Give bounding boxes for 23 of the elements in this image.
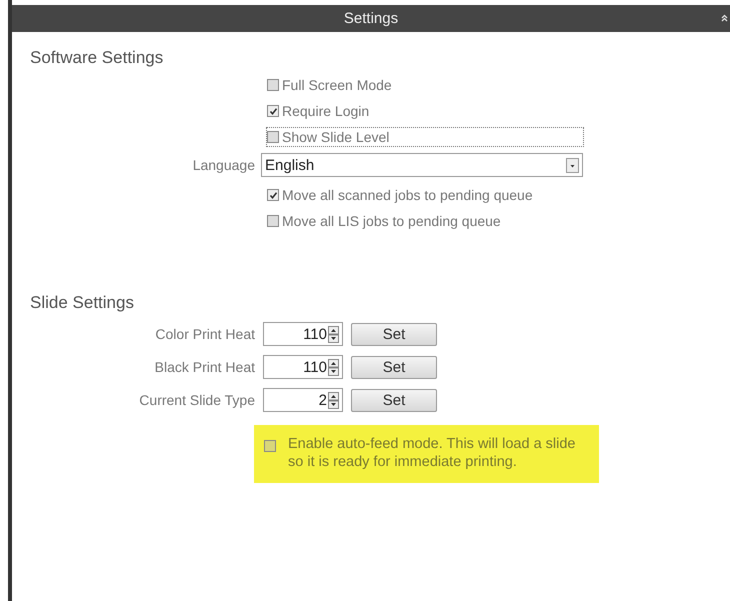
set-button[interactable]: Set	[351, 356, 437, 378]
setting-label: Current Slide Type	[138, 392, 255, 408]
window-title: Settings	[344, 10, 398, 27]
checkbox-option[interactable]: Move all LIS jobs to pending queue	[266, 211, 584, 231]
checkbox-option[interactable]: Move all scanned jobs to pending queue	[266, 185, 584, 205]
checkbox-option[interactable]: Full Screen Mode	[266, 75, 584, 95]
number-spinner[interactable]: 110	[263, 355, 343, 379]
number-spinner[interactable]: 2	[263, 388, 343, 412]
section-heading: Slide Settings	[30, 293, 135, 313]
set-button[interactable]: Set	[351, 388, 437, 412]
auto-feed-checkbox-option[interactable]: Enable auto-feed mode. This will load a slide so it is ready for immediate printing.	[254, 425, 599, 483]
check-icon	[268, 190, 278, 200]
checkbox-option[interactable]: Show Slide Level	[266, 127, 584, 147]
language-label: Language	[192, 157, 255, 173]
section-heading: Software Settings	[30, 48, 164, 68]
set-button[interactable]: Set	[351, 322, 437, 346]
number-spinner[interactable]: 110	[263, 322, 343, 346]
setting-label: Black Print Heat	[154, 359, 255, 375]
setting-label: Color Print Heat	[154, 326, 255, 342]
double-chevron-icon[interactable]	[721, 14, 728, 22]
language-dropdown[interactable]: English	[261, 153, 583, 177]
checkbox-option[interactable]: Require Login	[266, 101, 584, 121]
check-icon	[268, 106, 278, 116]
